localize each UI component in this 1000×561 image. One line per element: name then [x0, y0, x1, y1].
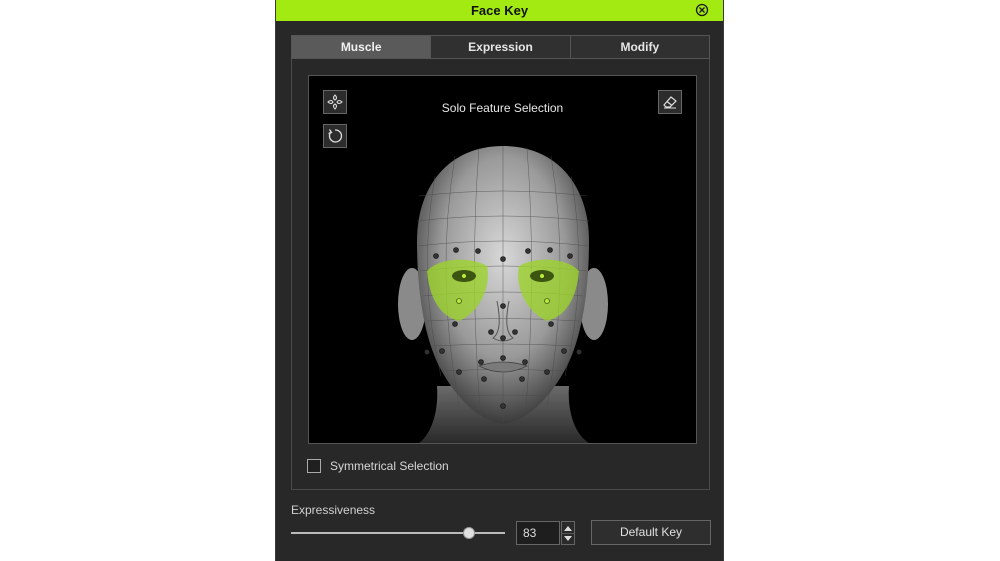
arrow-up-icon	[564, 525, 572, 531]
expressiveness-label: Expressiveness	[291, 503, 376, 517]
face-key-window: Face Key Muscle Expression Modify Solo F…	[275, 0, 724, 561]
default-key-button[interactable]: Default Key	[591, 520, 711, 545]
face-viewport[interactable]: Solo Feature Selection	[308, 75, 697, 444]
tab-modify[interactable]: Modify	[569, 36, 709, 58]
decrement-button[interactable]	[562, 533, 574, 544]
tab-muscle[interactable]: Muscle	[292, 36, 431, 58]
symmetrical-selection-row[interactable]: Symmetrical Selection	[307, 458, 449, 474]
slider-thumb[interactable]	[462, 527, 475, 539]
expressiveness-slider[interactable]	[291, 526, 505, 540]
muscle-panel: Solo Feature Selection Symmetrical Selec…	[291, 59, 710, 490]
tab-bar: Muscle Expression Modify	[291, 35, 710, 59]
arrow-down-icon	[564, 535, 572, 541]
window-title: Face Key	[470, 3, 529, 18]
symmetrical-selection-checkbox[interactable]	[307, 459, 321, 473]
tab-expression[interactable]: Expression	[430, 36, 570, 58]
symmetrical-selection-label: Symmetrical Selection	[330, 459, 449, 473]
face-illustration	[398, 146, 608, 443]
expressiveness-input[interactable]: 83	[516, 521, 560, 545]
expressiveness-spinner	[561, 521, 575, 545]
close-icon[interactable]	[695, 3, 709, 17]
title-bar: Face Key	[276, 0, 723, 21]
